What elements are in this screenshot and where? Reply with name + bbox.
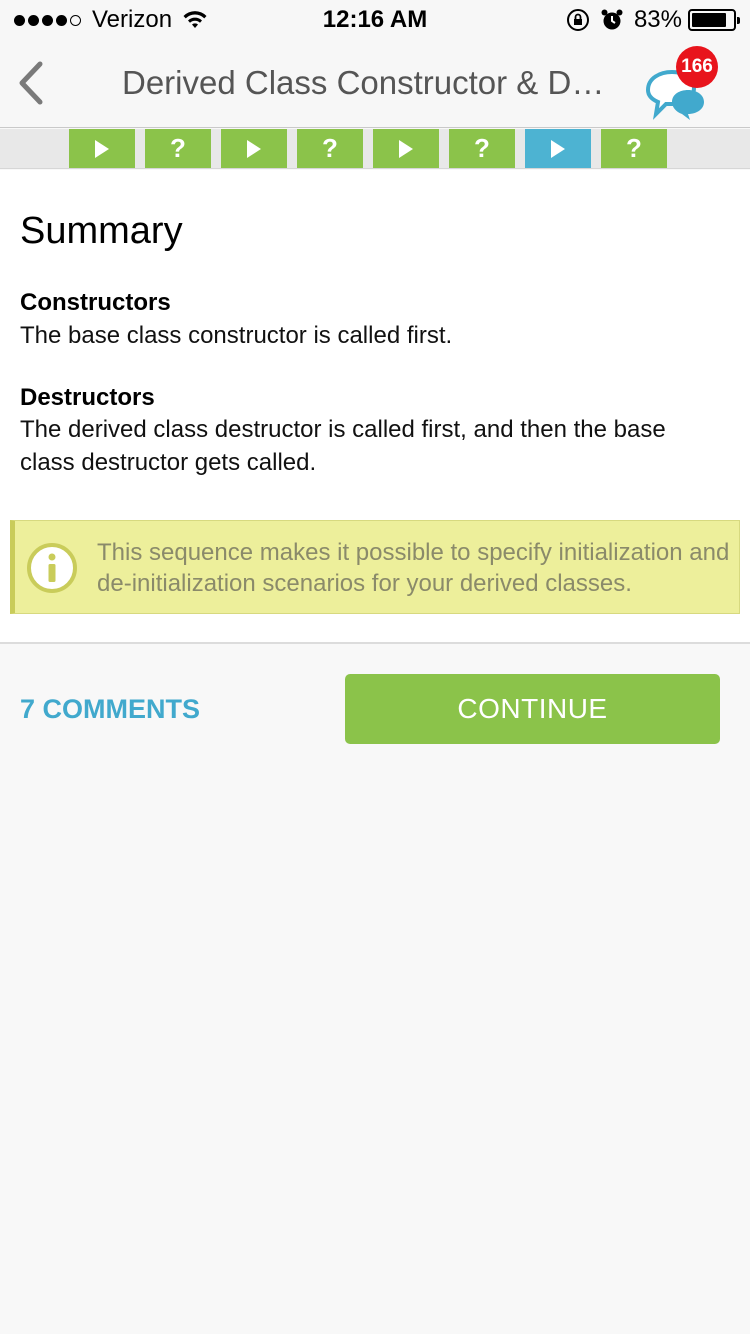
battery-icon bbox=[688, 9, 740, 31]
alarm-icon bbox=[601, 9, 623, 30]
rotation-lock-icon bbox=[566, 9, 589, 31]
step-quiz-4[interactable]: ? bbox=[601, 129, 667, 168]
step-play-1[interactable] bbox=[69, 129, 135, 168]
back-button[interactable] bbox=[14, 58, 50, 108]
status-bar: Verizon 12:16 AM 83% bbox=[0, 0, 750, 40]
info-note: This sequence makes it possible to speci… bbox=[10, 520, 740, 614]
lesson-content: Summary Constructors The base class cons… bbox=[0, 170, 750, 644]
question-mark-icon: ? bbox=[322, 133, 338, 163]
step-play-2[interactable] bbox=[221, 129, 287, 168]
notification-badge: 166 bbox=[676, 46, 718, 88]
lesson-progress: ? ? ? ? bbox=[0, 129, 750, 169]
note-text: This sequence makes it possible to speci… bbox=[97, 539, 730, 597]
step-quiz-1[interactable]: ? bbox=[145, 129, 211, 168]
play-icon bbox=[399, 139, 413, 158]
nav-bar: Derived Class Constructor & De… 166 bbox=[0, 40, 750, 128]
status-right: 83% bbox=[566, 6, 740, 34]
step-play-3[interactable] bbox=[373, 129, 439, 168]
comments-link[interactable]: 7 COMMENTS bbox=[20, 694, 200, 725]
continue-button[interactable]: CONTINUE bbox=[345, 674, 720, 744]
info-icon bbox=[27, 543, 77, 593]
section-text: The base class constructor is called fir… bbox=[20, 322, 453, 349]
lesson-title: Derived Class Constructor & De… bbox=[122, 64, 622, 101]
step-quiz-2[interactable]: ? bbox=[297, 129, 363, 168]
section-text: The derived class destructor is called f… bbox=[20, 416, 666, 476]
question-mark-icon: ? bbox=[626, 133, 642, 163]
battery-percent: 83% bbox=[633, 6, 682, 33]
section-heading: Destructors bbox=[20, 384, 155, 411]
section-heading: Constructors bbox=[20, 289, 171, 316]
question-mark-icon: ? bbox=[474, 133, 490, 163]
step-play-4-current[interactable] bbox=[525, 129, 591, 168]
chevron-left-icon bbox=[19, 61, 43, 105]
step-quiz-3[interactable]: ? bbox=[449, 129, 515, 168]
summary-heading: Summary bbox=[20, 210, 183, 252]
play-icon bbox=[247, 139, 261, 158]
question-mark-icon: ? bbox=[170, 133, 186, 163]
play-icon bbox=[95, 139, 109, 158]
play-icon bbox=[551, 139, 565, 158]
